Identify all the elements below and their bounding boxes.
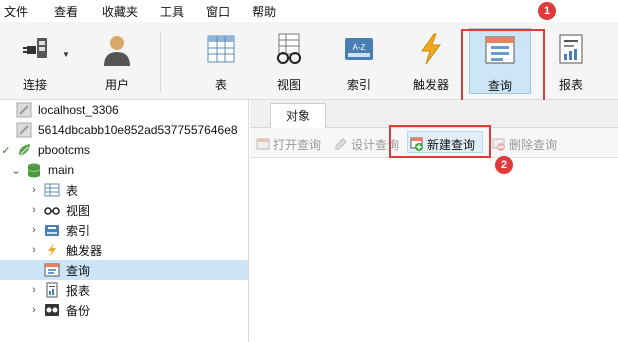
tree-item-queries[interactable]: 查询	[0, 260, 248, 280]
tree-item-label: main	[48, 163, 75, 177]
tree-item-label: 5614dbcabb10e852ad5377557646e8	[38, 123, 238, 137]
highlight-new-query	[389, 125, 491, 158]
pencil-icon	[334, 137, 348, 151]
chevron-right-icon[interactable]: ›	[28, 184, 40, 196]
tree-item-localhost[interactable]: localhost_3306	[0, 100, 248, 120]
table-button[interactable]: 表	[192, 28, 250, 96]
chevron-right-icon[interactable]: ›	[28, 224, 40, 236]
navigation-tree: localhost_3306 5614dbcabb10e852ad5377557…	[0, 100, 249, 342]
user-label: 用户	[104, 78, 129, 92]
index-label: 索引	[346, 78, 371, 92]
report-icon	[44, 282, 60, 298]
table-label: 表	[214, 78, 227, 92]
sqlite-leaf-icon	[16, 142, 32, 158]
toolbar-divider	[160, 32, 161, 92]
query-icon	[44, 262, 60, 278]
tree-item-label: localhost_3306	[38, 103, 119, 117]
backup-icon	[44, 302, 60, 318]
tree-item-tables[interactable]: › 表	[0, 180, 248, 200]
tree-item-label: 表	[66, 183, 79, 198]
view-label: 视图	[276, 78, 301, 92]
table-icon	[207, 35, 235, 63]
lightning-icon	[421, 33, 441, 65]
user-icon	[104, 36, 130, 66]
tree-item-main[interactable]: ⌄ main	[0, 160, 248, 180]
trigger-label: 触发器	[412, 78, 449, 92]
tree-item-triggers[interactable]: › 触发器	[0, 240, 248, 260]
delete-query-label: 删除查询	[509, 137, 558, 152]
tab-bar: 对象	[250, 100, 618, 129]
glasses-icon	[44, 202, 60, 218]
tree-item-label: 索引	[66, 223, 91, 238]
menu-file[interactable]: 文件	[4, 3, 40, 20]
tree-item-label: 备份	[66, 303, 91, 318]
report-button[interactable]: 报表	[542, 28, 600, 96]
tree-item-views[interactable]: › 视图	[0, 200, 248, 220]
open-query-label: 打开查询	[273, 137, 322, 152]
table-icon	[44, 182, 60, 198]
tree-item-label: 触发器	[66, 243, 103, 258]
tree-item-label: pbootcms	[38, 143, 91, 157]
check-icon: ✓	[1, 144, 11, 157]
chevron-down-icon[interactable]: ⌄	[10, 164, 22, 177]
annotation-badge-1: 1	[538, 2, 556, 20]
index-icon: A-Z	[345, 38, 373, 60]
menu-help[interactable]: 帮助	[252, 3, 288, 20]
connection-icon	[16, 102, 32, 118]
tree-item-connection-2[interactable]: 5614dbcabb10e852ad5377557646e8	[0, 120, 248, 140]
open-query-button[interactable]: 打开查询	[256, 135, 321, 153]
database-icon	[26, 162, 42, 178]
chevron-right-icon[interactable]: ›	[28, 284, 40, 296]
tree-item-label: 查询	[66, 263, 91, 278]
tree-item-indexes[interactable]: › 索引	[0, 220, 248, 240]
chevron-right-icon[interactable]: ›	[28, 244, 40, 256]
menu-window[interactable]: 窗口	[206, 3, 242, 20]
report-label: 报表	[558, 78, 583, 92]
menu-view[interactable]: 查看	[54, 3, 90, 20]
annotation-badge-2: 2	[495, 156, 513, 174]
menu-tools[interactable]: 工具	[160, 3, 196, 20]
delete-query-icon	[492, 137, 506, 151]
tab-objects[interactable]: 对象	[270, 103, 326, 129]
menu-bar: 文件 查看 收藏夹 工具 窗口 帮助	[0, 0, 618, 22]
menu-favorites[interactable]: 收藏夹	[102, 3, 150, 20]
trigger-button[interactable]: 触发器	[402, 28, 460, 96]
view-button[interactable]: 视图	[260, 28, 318, 96]
open-query-icon	[256, 137, 270, 151]
highlight-query-tool	[461, 29, 545, 104]
tree-item-label: 视图	[66, 203, 91, 218]
tree-item-backups[interactable]: › 备份	[0, 300, 248, 320]
connect-label: 连接	[22, 78, 47, 92]
lightning-icon	[44, 242, 60, 258]
connection-icon	[16, 122, 32, 138]
chevron-right-icon[interactable]: ›	[28, 304, 40, 316]
user-button[interactable]: 用户	[88, 28, 146, 96]
tree-item-label: 报表	[66, 283, 91, 298]
chevron-right-icon[interactable]: ›	[28, 204, 40, 216]
index-icon	[44, 222, 60, 238]
report-icon	[559, 34, 583, 64]
tree-item-reports[interactable]: › 报表	[0, 280, 248, 300]
svg-text:A-Z: A-Z	[353, 43, 366, 52]
view-icon	[277, 33, 301, 64]
index-button[interactable]: A-Z 索引	[330, 28, 388, 96]
connect-button[interactable]: ▼ 连接	[12, 28, 78, 96]
dropdown-caret-icon[interactable]: ▼	[62, 50, 70, 59]
delete-query-button[interactable]: 删除查询	[492, 135, 557, 153]
plug-icon	[23, 38, 47, 58]
tree-item-pbootcms[interactable]: ✓ pbootcms	[0, 140, 248, 160]
